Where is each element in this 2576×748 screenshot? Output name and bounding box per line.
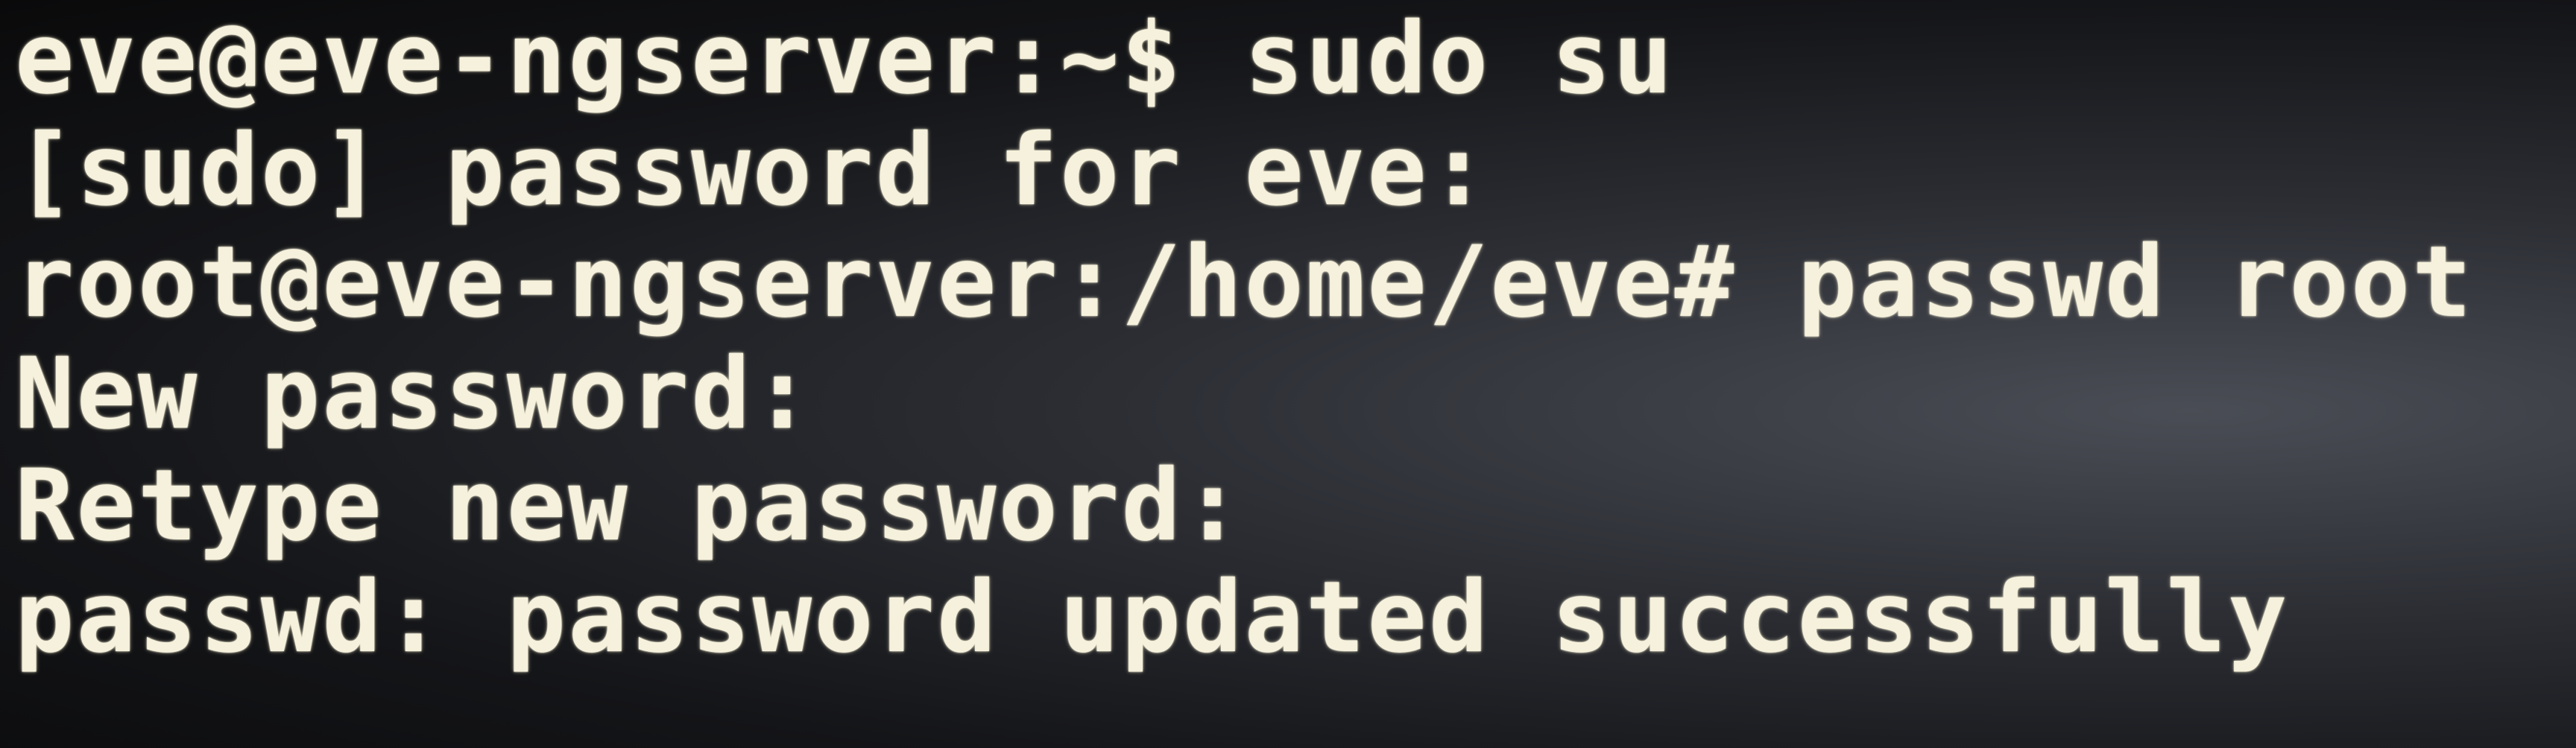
terminal-line-prompt-sudo: eve@eve-ngserver:~$ sudo su [15, 1, 1675, 116]
terminal-screen[interactable]: eve@eve-ngserver:~$ sudo su [sudo] passw… [0, 0, 2576, 748]
terminal-line-sudo-password: [sudo] password for eve: [15, 113, 1491, 228]
terminal-line-success: passwd: password updated successfully [15, 560, 2290, 675]
terminal-line-retype-password: Retype new password: [15, 449, 1245, 563]
terminal-line-new-password: New password: [15, 337, 815, 451]
terminal-line-prompt-passwd: root@eve-ngserver:/home/eve# passwd root [15, 225, 2474, 340]
